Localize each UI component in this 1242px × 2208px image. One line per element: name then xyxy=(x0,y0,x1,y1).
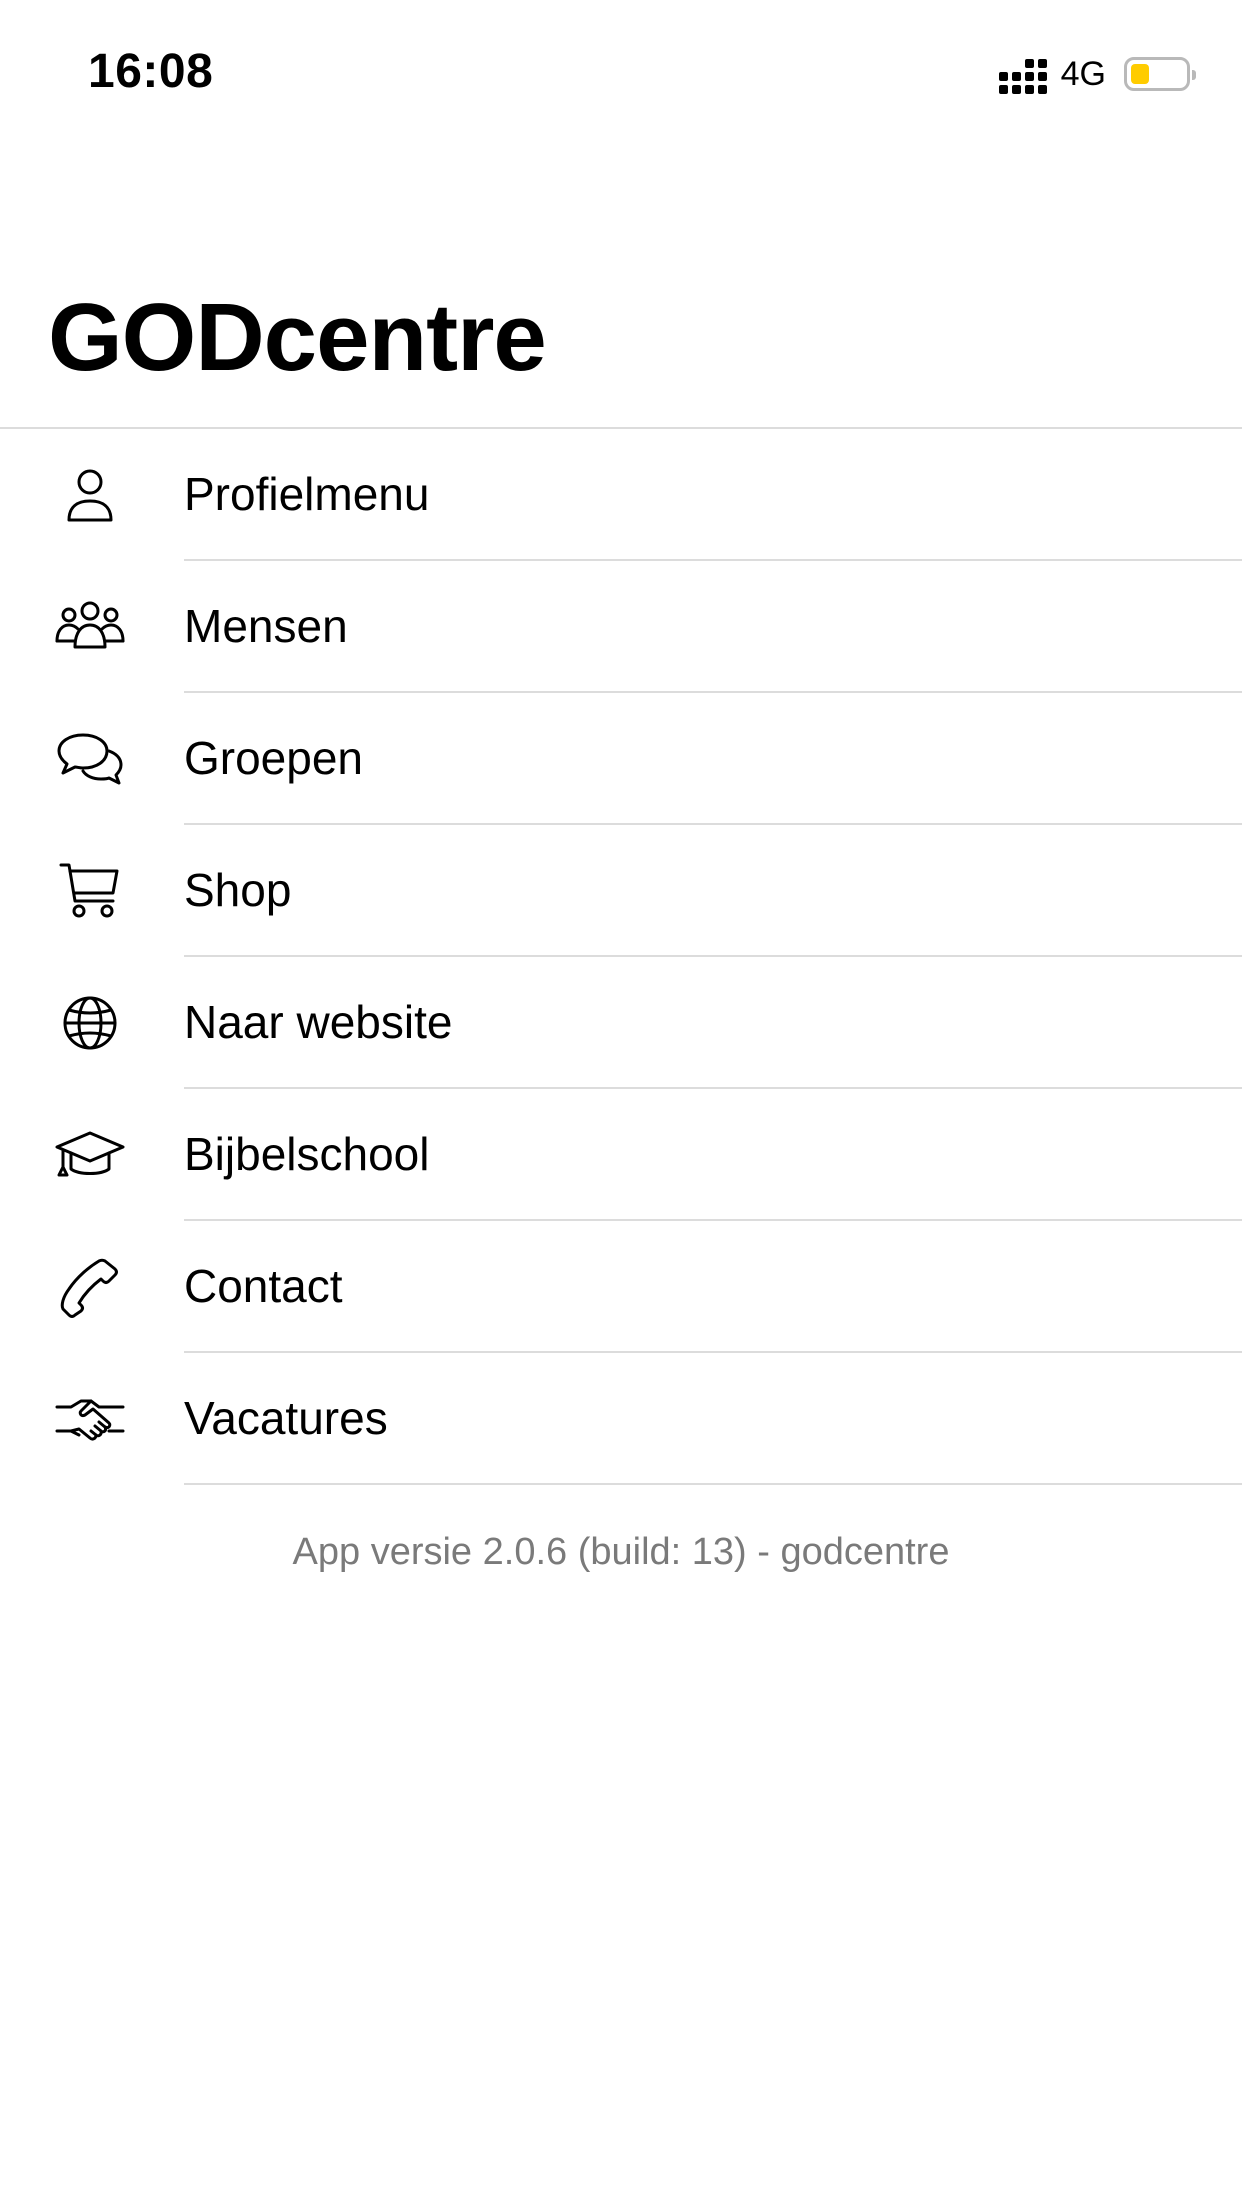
menu-item-label: Vacatures xyxy=(184,1392,388,1444)
battery-level xyxy=(1131,64,1149,84)
chat-bubbles-icon xyxy=(52,727,128,791)
menu-item-label: Contact xyxy=(184,1260,343,1312)
menu-item-shop[interactable]: Shop xyxy=(0,825,1242,957)
page-title: GODcentre xyxy=(48,284,547,391)
status-time: 16:08 xyxy=(88,45,214,98)
graduation-cap-icon xyxy=(52,1123,128,1187)
cellular-signal-icon xyxy=(998,54,1047,94)
people-icon xyxy=(52,595,128,659)
menu-item-label: Bijbelschool xyxy=(184,1128,430,1180)
divider xyxy=(184,1483,1242,1485)
network-type: 4G xyxy=(1060,54,1106,93)
menu-item-label: Shop xyxy=(184,864,292,916)
battery-icon xyxy=(1124,57,1196,91)
menu-item-profielmenu[interactable]: Profielmenu xyxy=(0,429,1242,561)
menu-item-bijbelschool[interactable]: Bijbelschool xyxy=(0,1089,1242,1221)
app-version-text: App versie 2.0.6 (build: 13) - godcentre xyxy=(292,1531,950,1573)
menu-item-label: Groepen xyxy=(184,732,364,784)
menu-item-naar-website[interactable]: Naar website xyxy=(0,957,1242,1089)
cart-icon xyxy=(52,859,128,923)
menu-item-vacatures[interactable]: Vacatures xyxy=(0,1353,1242,1485)
menu-item-label: Profielmenu xyxy=(184,468,430,520)
menu-item-mensen[interactable]: Mensen xyxy=(0,561,1242,693)
menu-list: Profielmenu Mensen Groepen Shop Naar web… xyxy=(0,429,1242,1485)
menu-item-contact[interactable]: Contact xyxy=(0,1221,1242,1353)
phone-icon xyxy=(52,1255,128,1319)
menu-item-groepen[interactable]: Groepen xyxy=(0,693,1242,825)
menu-item-label: Mensen xyxy=(184,600,348,652)
globe-icon xyxy=(52,991,128,1055)
status-bar: 16:08 4G xyxy=(0,0,1242,150)
handshake-icon xyxy=(52,1387,128,1451)
menu-item-label: Naar website xyxy=(184,996,453,1048)
person-icon xyxy=(52,463,128,527)
status-indicators: 4G xyxy=(998,52,1196,96)
